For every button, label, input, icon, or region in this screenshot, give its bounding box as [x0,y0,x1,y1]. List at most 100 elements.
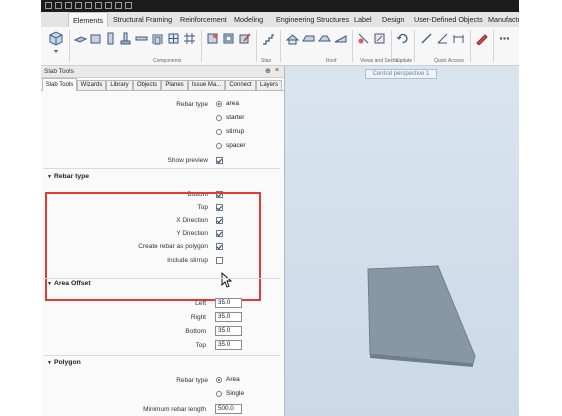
tab-planes[interactable]: Planes [161,80,188,91]
pin-icon[interactable]: ⊕ [265,67,271,75]
tab-modeling[interactable]: Modeling [234,15,263,24]
tab-reinforcement[interactable]: Reinforcement [180,15,227,24]
redo-icon[interactable] [85,2,92,9]
tab-issue-manager[interactable]: Issue Ma... [188,80,225,91]
section-rebar-type[interactable]: ▼ Rebar type [47,173,89,180]
undo-icon[interactable] [75,2,82,9]
slab-tools-palette: Slab Tools ⊕ × Slab Tools Wizards Librar… [41,66,285,416]
tab-connect[interactable]: Connect [225,80,256,91]
group-label-update: Update [396,58,413,64]
polygon-rebar-type-label: Rebar type [176,377,208,384]
tab-user-defined-objects[interactable]: User-Defined Objects [414,15,483,24]
radio-area[interactable] [216,101,222,107]
roof-gable-icon[interactable] [302,32,315,45]
show-preview-checkbox[interactable] [216,157,223,164]
section-polygon[interactable]: ▼ Polygon [47,359,81,366]
building-3d-icon[interactable] [48,30,64,46]
pencil-icon[interactable] [475,32,488,46]
offset-bottom-input[interactable]: 35.0 [215,326,242,336]
print-icon[interactable] [95,2,102,9]
section-area-offset-title: Area Offset [53,280,91,287]
model-viewport[interactable]: Central perspective 1 [285,66,519,416]
ribbon-tab-bar: Elements Structural Framing Reinforcemen… [41,12,519,28]
app-menu-icon[interactable] [45,2,52,9]
min-rebar-length-input[interactable]: 500.0 [215,404,242,414]
show-preview-label: Show preview [167,157,208,164]
offset-left-input[interactable]: 35.0 [215,298,242,308]
ribbon-separator [493,30,494,62]
column-icon[interactable] [104,32,117,45]
slab-icon[interactable] [73,32,88,45]
customize-qat-icon[interactable] [125,2,132,9]
quick-access-toolbar [41,0,519,12]
radio-polygon-area[interactable] [216,377,222,383]
group-label-quick-access: Quick Access [434,58,465,64]
select-icon[interactable] [115,2,122,9]
radio-spacer[interactable] [216,143,222,149]
edit-element-icon[interactable] [238,32,251,45]
group-label-components: Components [153,58,182,64]
radio-stirrup[interactable] [216,129,222,135]
palette-title-bar: Slab Tools ⊕ × [41,66,284,78]
dimension-icon[interactable] [452,32,465,45]
offset-top-label: Top [195,342,206,349]
tab-library[interactable]: Library [106,80,133,91]
roof-icon[interactable] [285,32,300,45]
radio-starter[interactable] [216,115,222,121]
save-icon[interactable] [65,2,72,9]
tab-objects[interactable]: Objects [133,80,161,91]
offset-right-label: Right [190,314,206,321]
offset-top-input[interactable]: 35.0 [215,340,242,350]
tab-label[interactable]: Label [354,15,372,24]
beam-icon[interactable] [135,32,148,45]
radio-polygon-area-label: Area [226,376,240,383]
tab-wizards[interactable]: Wizards [77,80,106,91]
group-label-roof: Roof [326,58,337,64]
radio-polygon-single[interactable] [216,391,222,397]
view-icon[interactable] [373,32,386,45]
group-label-stair: Stair [261,58,272,64]
footing-icon[interactable] [119,32,132,45]
door-icon[interactable] [151,32,164,45]
tab-layers[interactable]: Layers [256,80,282,91]
palette-title: Slab Tools [44,68,74,75]
tab-manufacturing[interactable]: Manufactu [488,15,519,24]
new-file-icon[interactable] [55,2,62,9]
tab-elements[interactable]: Elements [68,12,108,27]
tab-engineering-structures[interactable]: Engineering Structures [276,15,349,24]
close-icon[interactable]: × [275,67,279,74]
tab-structural-framing[interactable]: Structural Framing [113,15,172,24]
palette-tab-bar: Slab Tools Wizards Library Objects Plane… [41,78,284,91]
line-icon[interactable] [420,32,433,45]
tab-design[interactable]: Design [382,15,404,24]
divider [43,278,280,279]
ribbon-separator [352,30,353,62]
more-icon[interactable] [498,32,511,45]
offset-right-input[interactable]: 35.0 [215,312,242,322]
section-area-offset[interactable]: ▼ Area Offset [47,280,91,287]
window-icon[interactable] [167,32,180,45]
offset-left-label: Left [195,300,206,307]
divider [43,168,280,169]
ribbon-separator [280,30,281,62]
opening-icon[interactable] [222,32,235,45]
stair-icon[interactable] [262,32,275,45]
ribbon-separator [470,30,471,62]
grid-icon[interactable] [183,32,196,45]
ribbon-separator [414,30,415,62]
ribbon-panel: Components Stair Roof Views and Sectio..… [41,27,519,66]
min-rebar-length-label: Minimum rebar length [143,406,206,413]
section-polygon-title: Polygon [53,359,81,366]
update-icon[interactable] [396,32,409,45]
section-view-icon[interactable] [357,32,370,45]
component-icon[interactable] [206,32,219,45]
roof-hip-icon[interactable] [317,32,331,45]
wall-icon[interactable] [89,32,102,45]
ribbon-separator [201,30,202,62]
tab-slab-tools[interactable]: Slab Tools [42,78,77,91]
angle-icon[interactable] [436,32,449,45]
roof-shed-icon[interactable] [334,32,347,45]
chevron-down-icon[interactable] [54,50,58,53]
zoom-icon[interactable] [105,2,112,9]
radio-area-label: area [226,100,240,107]
